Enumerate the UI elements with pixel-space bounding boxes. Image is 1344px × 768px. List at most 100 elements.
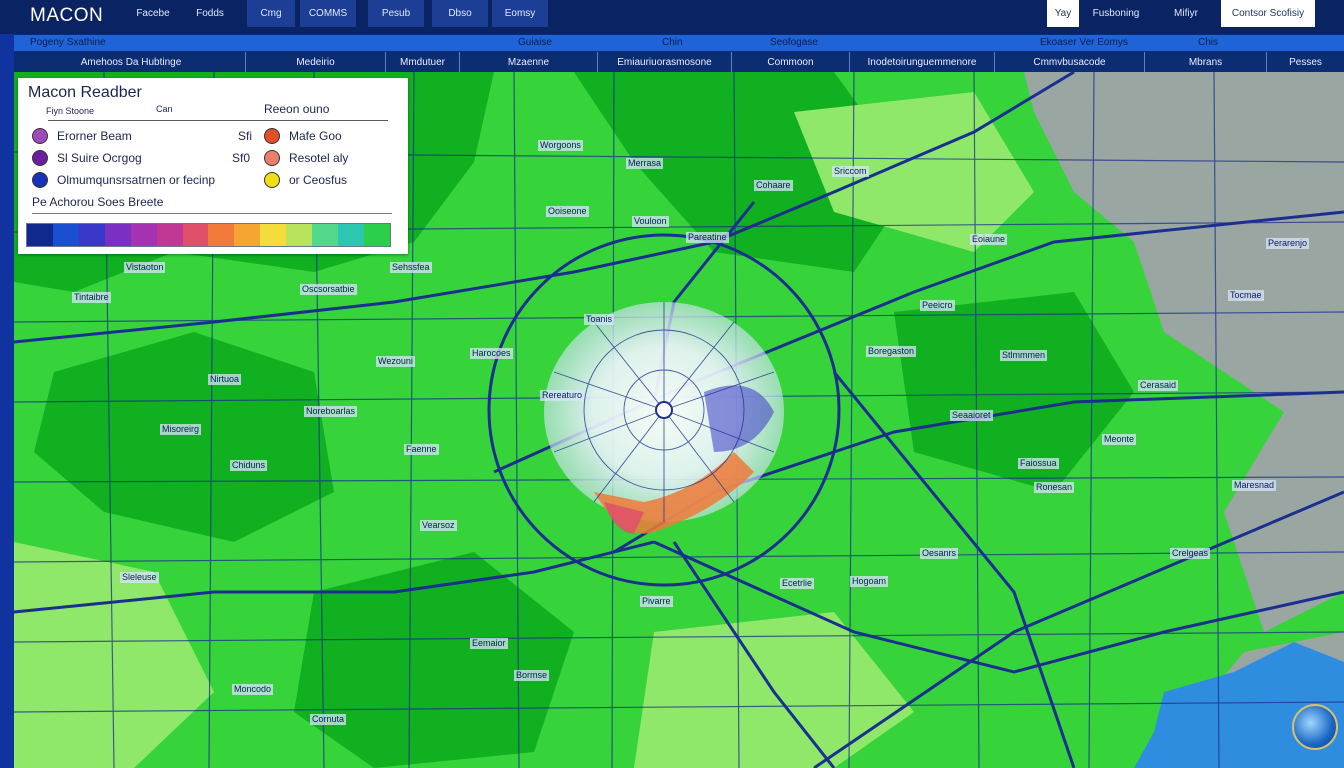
legend-divider [48, 120, 388, 121]
globe-icon[interactable] [1292, 704, 1338, 750]
subbar-item-4[interactable]: Seofogase [770, 37, 818, 48]
subbar-item-6[interactable]: Chis [1198, 37, 1218, 48]
legend-label: Sl Suire Ocrgog [57, 151, 142, 165]
place-label: Cerasaid [1138, 380, 1179, 391]
intensity-color-scale [26, 223, 391, 247]
place-label: Ecetrlie [780, 578, 815, 589]
radar-site-marker[interactable] [655, 401, 673, 419]
place-label: Faenne [404, 444, 439, 455]
legend-swatch-icon [264, 172, 280, 188]
scale-step [363, 224, 390, 246]
subbar-item-1[interactable]: Pogeny Sxathine [30, 37, 106, 48]
left-edge-strip [0, 34, 14, 768]
category-8[interactable]: Cmmvbusacode [994, 52, 1144, 72]
scale-step [182, 224, 209, 246]
legend-label: Erorner Beam [57, 129, 132, 143]
category-9[interactable]: Mbrans [1144, 52, 1266, 72]
place-label: Tocmae [1228, 290, 1264, 301]
category-10[interactable]: Pesses [1266, 52, 1344, 72]
scale-step [234, 224, 261, 246]
legend-swatch-icon [32, 128, 48, 144]
tab-4[interactable]: COMMS [300, 0, 356, 27]
place-label: Sehssfea [390, 262, 432, 273]
scale-step [130, 224, 157, 246]
tab-7[interactable]: Eomsy [492, 0, 548, 27]
scale-step [312, 224, 339, 246]
place-label: Oscsorsatbie [300, 284, 357, 295]
place-label: Chiduns [230, 460, 268, 471]
legend-panel: Macon Readber Fiyn Stoone Can Reeon ouno… [18, 78, 408, 254]
legend-item-left-3: Olmumqunsrsatrnen or fecinp [32, 172, 215, 188]
legend-subtitle-2: Can [156, 104, 173, 114]
place-label: Wezouni [376, 356, 415, 367]
tab-2[interactable]: Fodds [184, 0, 236, 27]
place-label: Sleleuse [120, 572, 159, 583]
place-label: Sriccom [832, 166, 869, 177]
legend-label: Mafe Goo [289, 129, 342, 143]
place-label: Vearsoz [420, 520, 457, 531]
tab-6[interactable]: Dbso [432, 0, 488, 27]
legend-item-left-1: Erorner Beam [32, 128, 132, 144]
category-3[interactable]: Mmdutuer [385, 52, 459, 72]
legend-item-right-1: Mafe Goo [264, 128, 342, 144]
scale-step [156, 224, 183, 246]
subbar-item-3[interactable]: Chin [662, 37, 683, 48]
place-label: Meonte [1102, 434, 1137, 445]
place-label: Oesanrs [920, 548, 959, 559]
place-label: Toanis [584, 314, 615, 325]
legend-item-right-2: Resotel aly [264, 150, 348, 166]
place-label: Hogoam [850, 576, 889, 587]
tab-right-3[interactable]: Mifiyr [1158, 0, 1214, 27]
place-label: Merrasa [626, 158, 664, 169]
subbar-item-5[interactable]: Ekoaser Ver Eomys [1040, 37, 1128, 48]
contact-button[interactable]: Contsor Scofisiy [1221, 0, 1315, 27]
legend-swatch-icon [32, 150, 48, 166]
category-4[interactable]: Mzaenne [459, 52, 597, 72]
category-5[interactable]: Emiauriuorasmosone [597, 52, 731, 72]
place-label: Seaaioret [950, 410, 993, 421]
scale-step [338, 224, 364, 246]
scale-step [260, 224, 287, 246]
tab-right-1[interactable]: Yay [1047, 0, 1079, 27]
place-label: Worgoons [538, 140, 583, 151]
place-label: Noreboarlas [304, 406, 358, 417]
place-label: Perarenjo [1266, 238, 1310, 249]
place-label: Ronesan [1034, 482, 1075, 493]
place-label: Eoiaune [970, 234, 1008, 245]
legend-value-1: Sfi [238, 129, 253, 143]
tab-5[interactable]: Pesub [368, 0, 424, 27]
tab-1[interactable]: Facebe [126, 0, 180, 27]
legend-item-right-3: or Ceosfus [264, 172, 347, 188]
category-7[interactable]: Inodetoirunguemmenore [849, 52, 994, 72]
legend-right-header: Reeon ouno [264, 102, 330, 116]
place-label: Stlmmmen [1000, 350, 1048, 361]
legend-swatch-icon [264, 128, 280, 144]
place-label: Pivarre [640, 596, 673, 607]
category-2[interactable]: Medeirio [245, 52, 385, 72]
scale-step [208, 224, 235, 246]
category-1[interactable]: Amehoos Da Hubtinge [18, 52, 244, 72]
place-label: Boregaston [866, 346, 917, 357]
place-label: Vistaoton [124, 262, 166, 273]
place-label: Faiossua [1018, 458, 1059, 469]
scale-step [286, 224, 313, 246]
place-label: Pareatine [686, 232, 729, 243]
place-label: Crelgeas [1170, 548, 1211, 559]
place-label: Moncodo [232, 684, 274, 695]
place-label: Harocoes [470, 348, 513, 359]
place-label: Bormse [514, 670, 550, 681]
tab-3[interactable]: Cmg [247, 0, 295, 27]
legend-value-2: Sf0 [232, 151, 251, 165]
place-label: Nirtuoa [208, 374, 242, 385]
place-label: Maresnad [1232, 480, 1277, 491]
legend-title: Macon Readber [28, 84, 142, 101]
scale-step [27, 224, 53, 246]
legend-label: Resotel aly [289, 151, 349, 165]
place-label: Misoreirg [160, 424, 202, 435]
legend-subtitle: Fiyn Stoone [46, 106, 95, 116]
category-6[interactable]: Commoon [731, 52, 849, 72]
tab-right-2[interactable]: Fusboning [1088, 0, 1144, 27]
legend-footer: Pe Achorou Soes Breete [32, 195, 164, 209]
subbar-item-2[interactable]: Guiaise [518, 37, 552, 48]
brand-logo: MACON [30, 5, 104, 26]
